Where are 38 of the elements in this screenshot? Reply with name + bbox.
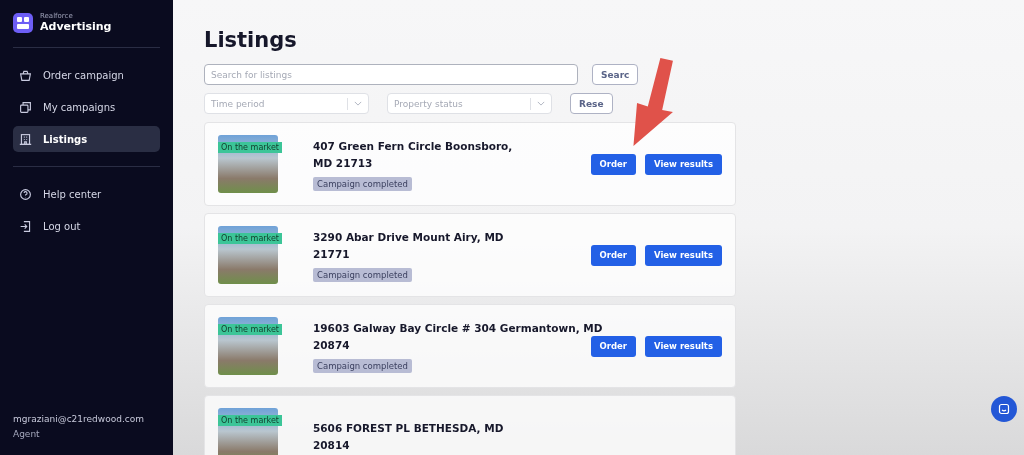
brand-name: Advertising xyxy=(40,20,112,33)
market-status-badge: On the market xyxy=(218,142,282,153)
sidebar-item[interactable]: Order campaign xyxy=(13,62,160,88)
chevron-down-icon xyxy=(354,101,362,106)
listing-action-button[interactable]: View results xyxy=(644,335,722,357)
search-button[interactable]: Searc xyxy=(592,64,639,85)
reset-button[interactable]: Rese xyxy=(570,93,613,114)
listing-action-button[interactable]: Order xyxy=(590,153,636,175)
campaign-status-tag: Campaign completed xyxy=(313,358,412,373)
chat-icon xyxy=(998,403,1010,415)
chat-button[interactable] xyxy=(991,396,1017,422)
listing-action-button[interactable]: Order xyxy=(590,244,636,266)
user-role: Agent xyxy=(13,429,41,439)
campaign-status-tag: Campaign completed xyxy=(313,176,412,191)
help-icon xyxy=(19,187,32,201)
listing-address: 407 Green Fern Circle Boonsboro, MD 21713 xyxy=(313,138,513,171)
sidebar-item[interactable]: My campaigns xyxy=(13,94,160,120)
campaign-status-tag: Campaign completed xyxy=(313,267,412,282)
listing-action-button[interactable]: View results xyxy=(644,153,722,175)
listing-action-button[interactable]: View results xyxy=(644,244,722,266)
listing-action-button[interactable]: Order xyxy=(590,335,636,357)
listing-address: 3290 Abar Drive Mount Airy, MD 21771 xyxy=(313,229,504,262)
listing-address: 5606 FOREST PL BETHESDA, MD 20814 xyxy=(313,421,504,453)
chevron-down-icon xyxy=(537,101,545,106)
user-email: mgraziani@c21redwood.com xyxy=(13,414,145,424)
logout-icon xyxy=(19,219,32,233)
market-status-badge: On the market xyxy=(218,233,282,244)
basket-icon xyxy=(19,68,32,82)
stack-icon xyxy=(19,100,32,114)
market-status-badge: On the market xyxy=(218,415,282,426)
page-title: Listings xyxy=(204,28,298,52)
sidebar-item[interactable]: Listings xyxy=(13,126,160,152)
market-status-badge: On the market xyxy=(218,324,282,335)
app-logo-icon xyxy=(13,12,33,33)
search-field[interactable]: Search for listings xyxy=(204,64,578,85)
building-icon xyxy=(19,132,32,146)
sidebar-item[interactable]: Help center xyxy=(13,181,160,207)
sidebar-item[interactable]: Log out xyxy=(13,213,160,239)
